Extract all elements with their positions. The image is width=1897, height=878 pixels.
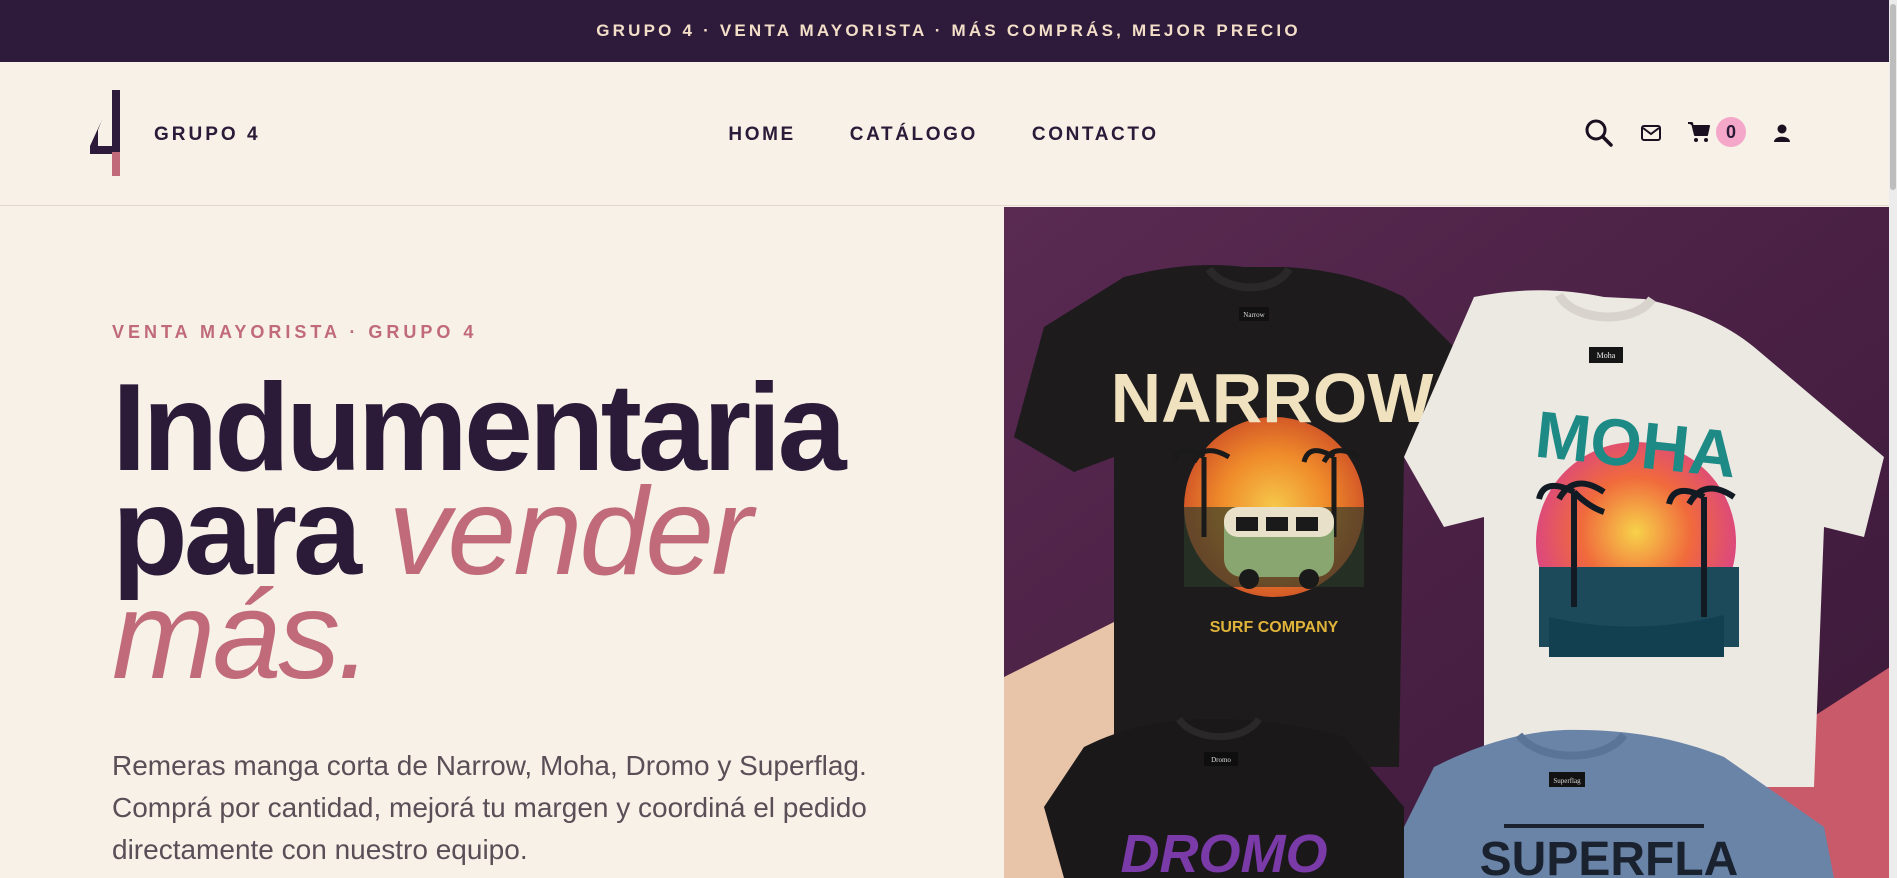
announcement-bar: GRUPO 4 · VENTA MAYORISTA · MÁS COMPRÁS,… bbox=[0, 0, 1897, 62]
cart-icon[interactable] bbox=[1687, 121, 1711, 143]
hero-product-image: Narrow NARROW SURF COMPANY Moha MOHA Dro… bbox=[1004, 207, 1890, 878]
nav-catalogo[interactable]: CATÁLOGO bbox=[850, 124, 978, 146]
hero-description: Remeras manga corta de Narrow, Moha, Dro… bbox=[112, 750, 867, 865]
cart-count-badge[interactable]: 0 bbox=[1716, 117, 1746, 147]
scrollbar-thumb[interactable] bbox=[1890, 4, 1896, 190]
shirt-superflag-title: SUPERFLA bbox=[1480, 833, 1739, 878]
hero-eyebrow: VENTA MAYORISTA · GRUPO 4 bbox=[112, 322, 478, 342]
headline-accent-vender: vender bbox=[388, 463, 752, 601]
page-scrollbar[interactable] bbox=[1889, 0, 1897, 878]
shirt-narrow-tag: Narrow bbox=[1243, 311, 1265, 319]
search-icon[interactable] bbox=[1584, 118, 1614, 148]
shirt-narrow-title: NARROW bbox=[1111, 359, 1434, 437]
nav-contacto[interactable]: CONTACTO bbox=[1032, 124, 1159, 146]
announcement-text: GRUPO 4 · VENTA MAYORISTA · MÁS COMPRÁS,… bbox=[596, 21, 1301, 40]
shirt-moha-tag: Moha bbox=[1597, 351, 1616, 360]
mail-icon[interactable] bbox=[1641, 125, 1661, 141]
shirt-superflag-tag: Superflag bbox=[1553, 777, 1581, 785]
shirt-dromo-title: DROMO bbox=[1121, 824, 1328, 878]
hero-headline: Indumentaria para vender más. bbox=[112, 366, 932, 698]
shirt-narrow-sub: SURF COMPANY bbox=[1210, 619, 1339, 636]
nav-home[interactable]: HOME bbox=[728, 124, 795, 146]
shirt-dromo-tag: Dromo bbox=[1211, 756, 1231, 764]
user-icon[interactable] bbox=[1772, 123, 1792, 143]
